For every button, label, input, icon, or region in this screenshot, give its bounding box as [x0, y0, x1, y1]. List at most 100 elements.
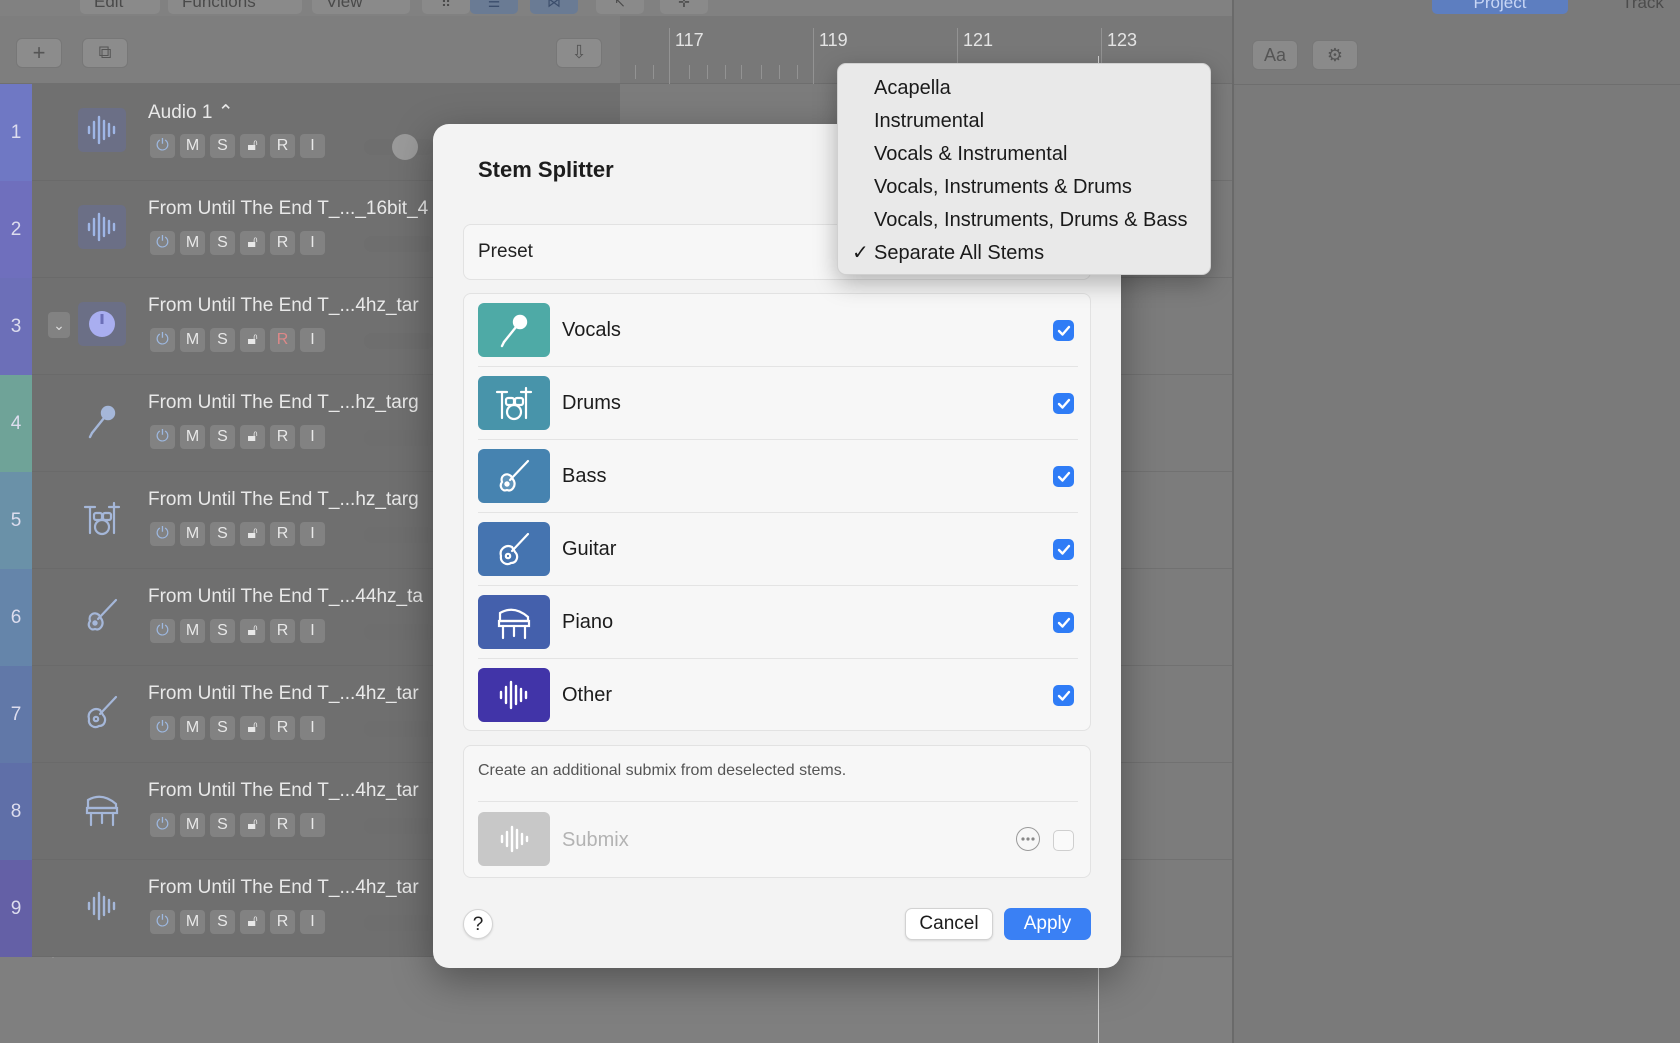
input-monitor-button[interactable]: I [300, 522, 325, 546]
solo-button[interactable]: S [210, 813, 235, 837]
input-monitor-button[interactable]: I [300, 716, 325, 740]
volume-knob[interactable] [392, 134, 418, 160]
record-button[interactable]: R [270, 425, 295, 449]
cancel-button[interactable]: Cancel [905, 908, 993, 940]
mute-button[interactable]: M [180, 716, 205, 740]
grid-view-icon[interactable]: ⠿ [422, 0, 470, 14]
record-button[interactable]: R [270, 522, 295, 546]
track-name[interactable]: From Until The End T_..._16bit_4 [148, 198, 428, 220]
stem-row-drums[interactable]: Drums [478, 367, 1078, 440]
record-button[interactable]: R [270, 134, 295, 158]
stem-checkbox[interactable] [1053, 539, 1074, 560]
lock-icon[interactable]: 🔓︎ [240, 425, 265, 449]
solo-button[interactable]: S [210, 910, 235, 934]
lock-icon[interactable]: 🔓︎ [240, 134, 265, 158]
pencil-tool-icon[interactable]: ✛ [660, 0, 708, 14]
mute-button[interactable]: M [180, 522, 205, 546]
functions-menu[interactable]: Functions [168, 0, 302, 14]
record-button[interactable]: R [270, 328, 295, 352]
disclosure-chevron-icon[interactable]: ⌄ [48, 312, 70, 338]
preset-menu-item[interactable]: ✓ Separate All Stems [838, 237, 1210, 270]
pointer-tool-icon[interactable]: ↖ [596, 0, 644, 14]
stem-checkbox[interactable] [1053, 320, 1074, 341]
track-name[interactable]: From Until The End T_...4hz_tar [148, 780, 419, 802]
more-options-icon[interactable] [1016, 827, 1040, 851]
mute-button[interactable]: M [180, 813, 205, 837]
tab-track[interactable]: Track [1608, 0, 1678, 14]
record-button[interactable]: R [270, 910, 295, 934]
input-monitor-button[interactable]: I [300, 134, 325, 158]
catch-playhead-icon[interactable]: ⇩ [556, 38, 602, 68]
track-name[interactable]: From Until The End T_...hz_targ [148, 392, 419, 414]
power-icon[interactable]: ⏻ [150, 813, 175, 837]
track-name[interactable]: From Until The End T_...hz_targ [148, 489, 419, 511]
volume-slider[interactable] [364, 527, 434, 543]
mute-button[interactable]: M [180, 231, 205, 255]
track-name[interactable]: Audio 1 ⌃ [148, 101, 234, 124]
power-icon[interactable]: ⏻ [150, 231, 175, 255]
solo-button[interactable]: S [210, 716, 235, 740]
volume-slider[interactable] [364, 721, 434, 737]
settings-gear-icon[interactable]: ⚙ [1312, 40, 1358, 70]
track-name[interactable]: From Until The End T_...4hz_tar [148, 877, 419, 899]
stem-checkbox[interactable] [1053, 612, 1074, 633]
solo-button[interactable]: S [210, 522, 235, 546]
preset-menu-item[interactable]: Acapella [838, 72, 1210, 105]
volume-slider[interactable] [364, 818, 434, 834]
input-monitor-button[interactable]: I [300, 231, 325, 255]
flex-icon[interactable]: ⋈ [530, 0, 578, 14]
solo-button[interactable]: S [210, 134, 235, 158]
volume-slider[interactable] [364, 624, 434, 640]
stem-row-piano[interactable]: Piano [478, 586, 1078, 659]
mute-button[interactable]: M [180, 328, 205, 352]
power-icon[interactable]: ⏻ [150, 425, 175, 449]
solo-button[interactable]: S [210, 231, 235, 255]
lock-icon[interactable]: 🔓︎ [240, 910, 265, 934]
preset-menu-item[interactable]: Vocals, Instruments, Drums & Bass [838, 204, 1210, 237]
stem-row-other[interactable]: Other [478, 659, 1078, 732]
stem-row-vocals[interactable]: Vocals [478, 294, 1078, 367]
stem-checkbox[interactable] [1053, 685, 1074, 706]
mute-button[interactable]: M [180, 134, 205, 158]
volume-slider[interactable] [364, 430, 434, 446]
volume-slider[interactable] [364, 333, 434, 349]
record-button[interactable]: R [270, 813, 295, 837]
stem-row-guitar[interactable]: Guitar [478, 513, 1078, 586]
add-track-icon[interactable]: + [16, 38, 62, 68]
lock-icon[interactable]: 🔓︎ [240, 231, 265, 255]
track-name[interactable]: From Until The End T_...4hz_tar [148, 295, 419, 317]
input-monitor-button[interactable]: I [300, 328, 325, 352]
volume-slider[interactable] [364, 236, 434, 252]
power-icon[interactable]: ⏻ [150, 328, 175, 352]
record-button[interactable]: R [270, 716, 295, 740]
track-name[interactable]: From Until The End T_...44hz_ta [148, 586, 423, 608]
power-icon[interactable]: ⏻ [150, 619, 175, 643]
lock-icon[interactable]: 🔓︎ [240, 813, 265, 837]
preset-menu-item[interactable]: Vocals, Instruments & Drums [838, 171, 1210, 204]
power-icon[interactable]: ⏻ [150, 910, 175, 934]
lock-icon[interactable]: 🔓︎ [240, 716, 265, 740]
input-monitor-button[interactable]: I [300, 619, 325, 643]
stem-checkbox[interactable] [1053, 466, 1074, 487]
power-icon[interactable]: ⏻ [150, 522, 175, 546]
help-button[interactable]: ? [463, 909, 493, 939]
power-icon[interactable]: ⏻ [150, 134, 175, 158]
volume-slider[interactable] [364, 915, 434, 931]
tab-project[interactable]: Project [1432, 0, 1568, 14]
apply-button[interactable]: Apply [1004, 908, 1091, 940]
lock-icon[interactable]: 🔓︎ [240, 328, 265, 352]
view-menu[interactable]: View [312, 0, 410, 14]
solo-button[interactable]: S [210, 425, 235, 449]
input-monitor-button[interactable]: I [300, 910, 325, 934]
solo-button[interactable]: S [210, 619, 235, 643]
solo-button[interactable]: S [210, 328, 235, 352]
duplicate-track-icon[interactable]: ⧉ [82, 38, 128, 68]
mute-button[interactable]: M [180, 910, 205, 934]
input-monitor-button[interactable]: I [300, 425, 325, 449]
lock-icon[interactable]: 🔓︎ [240, 619, 265, 643]
power-icon[interactable]: ⏻ [150, 716, 175, 740]
mute-button[interactable]: M [180, 425, 205, 449]
preset-menu-item[interactable]: Vocals & Instrumental [838, 138, 1210, 171]
stem-checkbox[interactable] [1053, 393, 1074, 414]
mute-button[interactable]: M [180, 619, 205, 643]
